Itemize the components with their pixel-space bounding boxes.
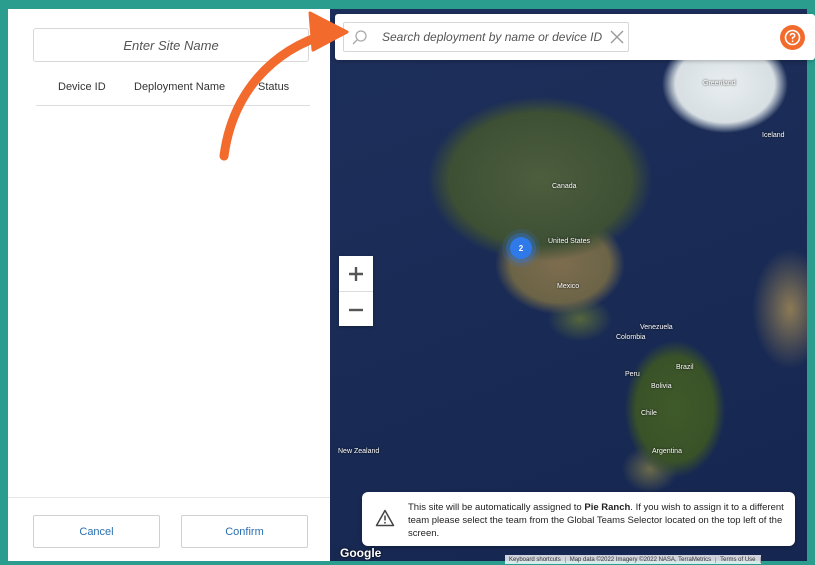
team-name: Pie Ranch bbox=[584, 502, 631, 513]
map-label-bolivia: Bolivia bbox=[651, 383, 672, 390]
map-label-mexico: Mexico bbox=[557, 283, 580, 290]
assignment-notice: This site will be automatically assigned… bbox=[362, 492, 795, 546]
map-label-canada: Canada bbox=[552, 183, 577, 190]
plus-icon bbox=[349, 266, 363, 281]
question-icon bbox=[784, 29, 801, 46]
search-input[interactable]: Search deployment by name or device ID bbox=[382, 30, 602, 44]
map-label-greenland: Greenland bbox=[703, 80, 736, 87]
site-panel: Enter Site Name Device ID Deployment Nam… bbox=[8, 9, 331, 561]
zoom-in-button[interactable] bbox=[339, 256, 373, 292]
column-device-id: Device ID bbox=[58, 81, 106, 93]
help-button[interactable] bbox=[780, 25, 805, 50]
map-label-venezuela: Venezuela bbox=[640, 324, 673, 331]
map-label-new-zealand: New Zealand bbox=[338, 448, 380, 455]
google-logo: Google bbox=[340, 546, 382, 560]
deployment-cluster-marker[interactable]: 2 bbox=[510, 237, 532, 259]
footer-divider bbox=[8, 497, 330, 498]
notice-text: This site will be automatically assigned… bbox=[408, 502, 784, 539]
minus-icon bbox=[349, 308, 363, 311]
column-status: Status bbox=[258, 81, 290, 93]
column-deployment-name: Deployment Name bbox=[134, 81, 226, 93]
map-label-united-states: United States bbox=[548, 238, 591, 245]
search-box[interactable]: Search deployment by name or device ID bbox=[343, 22, 629, 52]
device-table-header: Device ID Deployment Name Status bbox=[36, 79, 310, 106]
zoom-controls bbox=[339, 256, 373, 326]
map-label-chile: Chile bbox=[641, 410, 657, 417]
zoom-out-button[interactable] bbox=[339, 292, 373, 327]
map-label-iceland: Iceland bbox=[762, 132, 785, 139]
confirm-button[interactable]: Confirm bbox=[181, 515, 308, 548]
map-label-colombia: Colombia bbox=[616, 334, 646, 341]
terms-link[interactable]: Terms of Use bbox=[716, 556, 761, 563]
map-label-brazil: Brazil bbox=[676, 364, 694, 371]
site-name-input[interactable]: Enter Site Name bbox=[33, 28, 309, 62]
map-data-credit: Map data ©2022 Imagery ©2022 NASA, Terra… bbox=[566, 556, 717, 563]
map-label-peru: Peru bbox=[625, 371, 640, 378]
clear-icon[interactable] bbox=[602, 23, 632, 51]
map-toolbar: Search deployment by name or device ID bbox=[335, 14, 815, 60]
cancel-button[interactable]: Cancel bbox=[33, 515, 160, 548]
search-icon bbox=[352, 30, 367, 45]
map-label-argentina: Argentina bbox=[652, 448, 682, 455]
map-attribution: Keyboard shortcuts Map data ©2022 Imager… bbox=[505, 555, 761, 564]
warning-icon bbox=[375, 509, 395, 527]
keyboard-shortcuts-link[interactable]: Keyboard shortcuts bbox=[505, 556, 566, 563]
app-frame: Enter Site Name Device ID Deployment Nam… bbox=[8, 9, 807, 561]
